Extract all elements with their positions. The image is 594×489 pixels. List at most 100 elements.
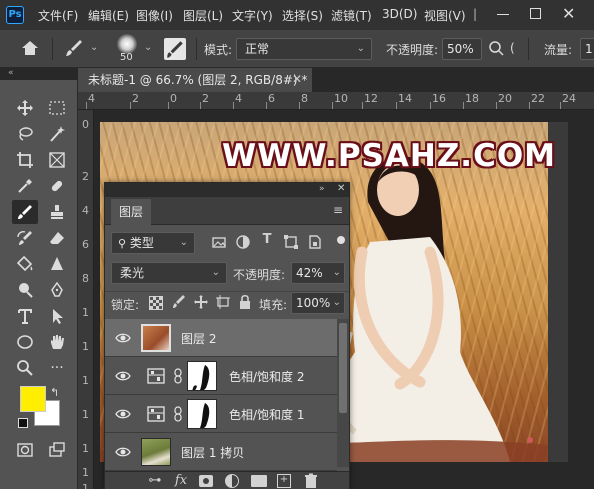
panel-collapse-icon[interactable]: » (319, 184, 325, 194)
layer-row-layer-1-copy[interactable]: 图层 1 拷贝 (105, 433, 337, 471)
screen-mode-icon[interactable] (44, 438, 70, 462)
close-window-icon[interactable]: ✕ (562, 4, 575, 23)
document-tab[interactable]: 未标题-1 @ 66.7% (图层 2, RGB/8#) * (78, 68, 312, 92)
layer-row-hue-saturation-2[interactable]: 色相/饱和度 2 (105, 357, 337, 395)
fx-icon[interactable]: fx (173, 473, 189, 488)
toolbar-collapse-icon[interactable]: « (0, 68, 78, 80)
brush-settings-icon[interactable] (164, 38, 186, 60)
hand-tool-icon[interactable] (44, 330, 70, 354)
eyedropper-tool-icon[interactable] (12, 174, 38, 198)
smart-object-filter-icon[interactable] (307, 234, 323, 250)
layer-row-hue-saturation-1[interactable]: 色相/饱和度 1 (105, 395, 337, 433)
layer-name[interactable]: 色相/饱和度 2 (229, 368, 305, 385)
opacity-input[interactable]: 50% (442, 38, 482, 60)
clone-stamp-tool-icon[interactable] (44, 200, 70, 224)
layer-name[interactable]: 色相/饱和度 1 (229, 406, 305, 423)
trash-icon[interactable] (303, 473, 319, 489)
move-tool-icon[interactable] (12, 96, 38, 120)
layer-filter-select[interactable]: ⚲ 类型 ⌄ (111, 232, 195, 254)
menu-3d[interactable]: 3D(D) (382, 7, 417, 21)
menu-image[interactable]: 图像(I) (136, 7, 173, 24)
lock-artboard-icon[interactable] (215, 294, 231, 310)
close-tab-icon[interactable]: ✕ (292, 72, 302, 86)
horizontal-ruler[interactable]: 4 2 0 2 4 6 8 10 12 14 16 18 20 22 24 (78, 92, 594, 110)
quick-selection-tool-icon[interactable] (44, 122, 70, 146)
link-icon[interactable]: ⊶ (147, 473, 163, 488)
layer-mask-thumbnail[interactable] (187, 361, 217, 391)
eye-icon[interactable] (115, 330, 131, 346)
lasso-tool-icon[interactable] (12, 122, 38, 146)
foreground-color-swatch[interactable] (20, 386, 46, 412)
adjustment-filter-icon[interactable] (235, 234, 251, 250)
default-colors-icon[interactable] (18, 418, 28, 428)
group-icon[interactable] (251, 475, 267, 487)
lock-position-icon[interactable] (193, 294, 209, 310)
panel-title-bar[interactable]: » ✕ (105, 183, 349, 197)
eye-icon[interactable] (115, 368, 131, 384)
crop-tool-icon[interactable] (12, 148, 38, 172)
dodge-tool-icon[interactable] (12, 278, 38, 302)
tab-layers[interactable]: 图层 (111, 199, 152, 225)
menu-filter[interactable]: 滤镜(T) (331, 7, 372, 24)
eye-icon[interactable] (115, 406, 131, 422)
menu-layer[interactable]: 图层(L) (183, 7, 223, 24)
adjustment-icon[interactable] (225, 474, 239, 488)
eraser-tool-icon[interactable] (44, 226, 70, 250)
brush-tool-preset-icon[interactable] (64, 38, 86, 60)
more-tools-icon[interactable]: ··· (44, 356, 70, 380)
menu-type[interactable]: 文字(Y) (232, 7, 273, 24)
pixel-filter-icon[interactable] (211, 234, 227, 250)
filter-toggle-icon[interactable] (337, 236, 345, 244)
healing-brush-tool-icon[interactable] (44, 174, 70, 198)
layer-mask-thumbnail[interactable] (187, 399, 217, 429)
blend-mode-select[interactable]: 正常 ⌄ (236, 38, 372, 60)
layer-blend-mode-select[interactable]: 柔光 ⌄ (111, 262, 227, 284)
type-tool-icon[interactable] (12, 304, 38, 328)
menu-file[interactable]: 文件(F) (38, 7, 78, 24)
new-layer-icon[interactable]: + (277, 474, 291, 488)
menu-select[interactable]: 选择(S) (282, 7, 323, 24)
layer-opacity-input[interactable]: 42% ⌄ (291, 262, 345, 284)
fill-input[interactable]: 100% ⌄ (291, 292, 345, 314)
menu-overflow[interactable]: | (473, 7, 477, 21)
brush-preview-icon[interactable] (117, 34, 137, 54)
pressure-opacity-icon[interactable] (488, 40, 504, 56)
type-filter-icon[interactable]: T (259, 232, 275, 247)
chevron-down-icon[interactable]: ⌄ (90, 42, 98, 53)
layer-row-layer-2[interactable]: 图层 2 (105, 319, 337, 357)
maximize-icon[interactable] (530, 8, 541, 19)
path-selection-tool-icon[interactable] (44, 304, 70, 328)
eye-icon[interactable] (115, 444, 131, 460)
shape-filter-icon[interactable] (283, 234, 299, 250)
layers-scrollbar-thumb[interactable] (339, 323, 347, 413)
airbrush-icon[interactable]: ( (510, 41, 515, 55)
vertical-ruler[interactable]: 0 2 4 6 8 1 1 1 1 1 1 1 (78, 110, 94, 489)
history-brush-tool-icon[interactable] (12, 226, 38, 250)
paint-bucket-tool-icon[interactable] (12, 252, 38, 276)
swap-colors-icon[interactable]: ↰ (50, 386, 59, 399)
lock-all-icon[interactable] (237, 294, 253, 310)
layer-name[interactable]: 图层 2 (181, 330, 216, 347)
pen-tool-icon[interactable] (44, 278, 70, 302)
zoom-tool-icon[interactable] (12, 356, 38, 380)
panel-menu-icon[interactable]: ≡ (333, 203, 343, 217)
link-icon[interactable] (173, 406, 183, 422)
lock-transparency-icon[interactable] (149, 296, 163, 310)
mask-icon[interactable] (199, 475, 213, 487)
brush-picker-chevron-icon[interactable]: ⌄ (144, 42, 152, 53)
marquee-tool-icon[interactable] (44, 96, 70, 120)
layers-scrollbar[interactable] (337, 319, 349, 467)
lock-pixels-icon[interactable] (171, 294, 187, 310)
flow-input[interactable]: 1 (580, 38, 594, 60)
ellipse-tool-icon[interactable] (12, 330, 38, 354)
panel-close-icon[interactable]: ✕ (337, 183, 345, 194)
home-icon[interactable] (20, 38, 42, 60)
frame-tool-icon[interactable] (44, 148, 70, 172)
layer-name[interactable]: 图层 1 拷贝 (181, 444, 244, 461)
link-icon[interactable] (173, 368, 183, 384)
blur-tool-icon[interactable] (44, 252, 70, 276)
menu-edit[interactable]: 编辑(E) (88, 7, 129, 24)
menu-view[interactable]: 视图(V) (424, 7, 466, 24)
brush-tool-icon[interactable] (12, 200, 38, 224)
quick-mask-icon[interactable] (12, 438, 38, 462)
